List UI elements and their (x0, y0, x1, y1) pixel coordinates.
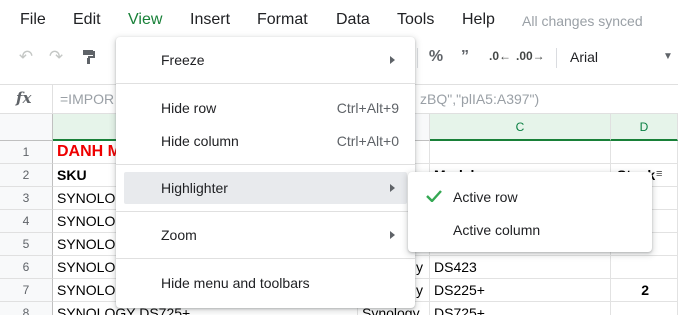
grid-cell[interactable] (611, 302, 678, 315)
view-menu-dropdown: Freeze Hide row Ctrl+Alt+9 Hide column C… (116, 37, 415, 308)
highlighter-submenu: Active row Active column (408, 172, 652, 252)
menu-item-hide-row[interactable]: Hide row Ctrl+Alt+9 (124, 92, 407, 124)
menu-insert[interactable]: Insert (190, 10, 230, 30)
decrease-decimal-button[interactable]: .0← (488, 40, 512, 74)
row-header[interactable]: 8 (0, 302, 53, 315)
grid-cell[interactable] (611, 141, 678, 164)
row-header[interactable]: 4 (0, 210, 53, 233)
grid-cell[interactable] (611, 256, 678, 279)
submenu-item-label: Active row (453, 189, 518, 205)
menu-edit[interactable]: Edit (73, 10, 101, 30)
toolbar-divider (556, 48, 557, 68)
stock-cell[interactable]: 2 (611, 279, 678, 302)
grid-cell[interactable] (430, 141, 611, 164)
sync-status: All changes synced (522, 13, 643, 29)
menu-view[interactable]: View (128, 10, 162, 30)
menu-item-label: Hide row (161, 100, 217, 116)
menu-item-zoom[interactable]: Zoom (124, 219, 407, 251)
increase-decimal-button[interactable]: .00→ (516, 40, 545, 74)
select-all-corner[interactable] (0, 114, 53, 141)
menu-item-label: Highlighter (161, 180, 228, 196)
menu-item-hide-menu-and-toolbars[interactable]: Hide menu and toolbars (124, 267, 407, 299)
menu-item-highlighter[interactable]: Highlighter (124, 172, 407, 204)
menu-item-freeze[interactable]: Freeze (124, 44, 407, 76)
filter-icon[interactable]: ≡ (656, 168, 662, 180)
menu-format[interactable]: Format (257, 10, 308, 30)
row-header[interactable]: 6 (0, 256, 53, 279)
menu-data[interactable]: Data (336, 10, 370, 30)
formula-divider (52, 85, 53, 113)
submenu-arrow-icon (390, 56, 395, 64)
menu-item-label: Hide menu and toolbars (161, 275, 310, 291)
menu-item-label: Freeze (161, 52, 205, 68)
chevron-down-icon[interactable]: ▼ (662, 40, 674, 74)
grid-cell[interactable]: DS725+ (430, 302, 611, 315)
shortcut-label: Ctrl+Alt+0 (336, 133, 399, 149)
paint-format-icon[interactable] (80, 40, 98, 74)
menu-item-label: Hide column (161, 133, 239, 149)
menu-help[interactable]: Help (462, 10, 495, 30)
submenu-arrow-icon (390, 231, 395, 239)
check-icon (426, 190, 442, 202)
submenu-arrow-icon (390, 184, 395, 192)
submenu-item-active-column[interactable]: Active column (408, 214, 652, 246)
menu-item-label: Zoom (161, 227, 197, 243)
menu-divider (116, 211, 415, 212)
row-header[interactable]: 1 (0, 141, 53, 164)
shortcut-label: Ctrl+Alt+9 (336, 100, 399, 116)
row-header[interactable]: 5 (0, 233, 53, 256)
menu-divider (116, 83, 415, 84)
row-header[interactable]: 2 (0, 164, 53, 187)
undo-icon[interactable]: ↶ (16, 40, 36, 74)
menu-divider (116, 164, 415, 165)
menu-item-hide-column[interactable]: Hide column Ctrl+Alt+0 (124, 125, 407, 157)
formula-input-tail[interactable]: zBQ","plIA5:A397") (420, 91, 539, 107)
submenu-item-label: Active column (453, 222, 541, 238)
menu-tools[interactable]: Tools (397, 10, 434, 30)
menu-bar: File Edit View Insert Format Data Tools … (0, 0, 678, 40)
grid-cell[interactable]: DS225+ (430, 279, 611, 302)
row-header[interactable]: 3 (0, 187, 53, 210)
toolbar-divider (417, 48, 418, 68)
redo-icon[interactable]: ↷ (46, 40, 66, 74)
formula-input[interactable]: =IMPOR (60, 91, 114, 107)
column-header-d[interactable]: D (611, 114, 678, 141)
menu-file[interactable]: File (20, 10, 46, 30)
percent-button[interactable]: % (426, 40, 446, 74)
grid-cell[interactable]: DS423 (430, 256, 611, 279)
column-header-c[interactable]: C (430, 114, 611, 141)
fx-icon: fx (16, 89, 32, 107)
submenu-item-active-row[interactable]: Active row (408, 181, 652, 213)
row-header[interactable]: 7 (0, 279, 53, 302)
menu-divider (116, 258, 415, 259)
format-more-button[interactable]: ” (456, 40, 474, 74)
font-select[interactable]: Arial (570, 40, 630, 74)
